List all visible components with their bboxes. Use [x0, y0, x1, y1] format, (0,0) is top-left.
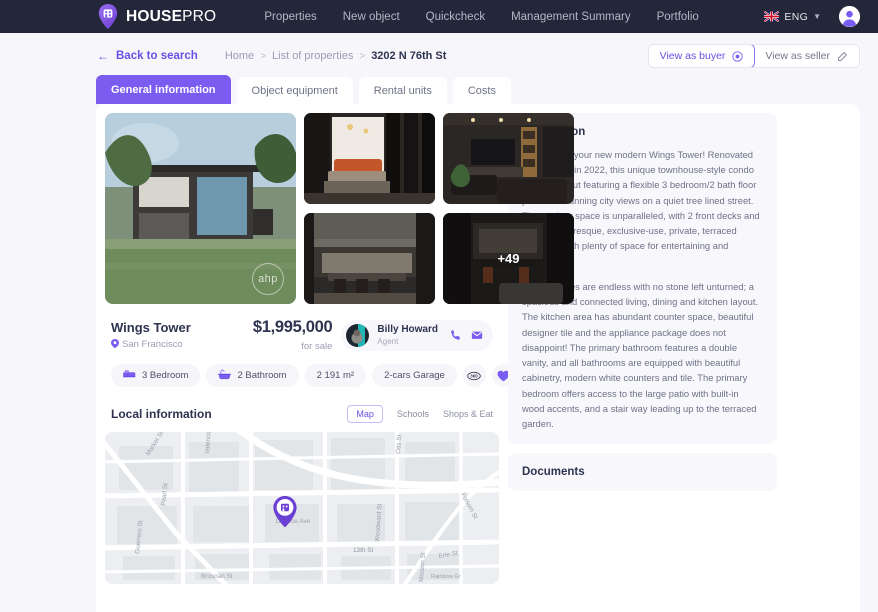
bathtub-icon [218, 369, 232, 383]
svg-text:Rainbow Gr: Rainbow Gr [431, 574, 461, 580]
property-location-label: San Francisco [122, 339, 183, 350]
breadcrumb-item-list-of-properties[interactable]: List of properties [272, 50, 353, 62]
brand-name-bold: HOUSE [126, 7, 183, 25]
360-view-icon[interactable]: 360 [462, 364, 486, 387]
property-header: Wings Tower San Francisco $1,995,000 for… [105, 318, 499, 352]
photo-gallery: ahp +49 [105, 113, 574, 304]
local-tab-schools[interactable]: Schools [397, 409, 429, 419]
top-navigation-bar: HOUSEPRO Properties New object Quickchec… [0, 0, 878, 33]
view-as-buyer-button[interactable]: View as buyer [648, 45, 756, 67]
documents-title: Documents [522, 466, 585, 479]
local-information-title: Local information [111, 407, 212, 421]
more-photos-count: +49 [497, 250, 520, 266]
chevron-down-icon: ▼ [813, 12, 821, 21]
chip-bedroom[interactable]: 3 Bedroom [111, 364, 201, 387]
thumbnail-photo-2[interactable] [443, 113, 574, 204]
local-tab-map[interactable]: Map [347, 405, 383, 423]
user-avatar-icon[interactable] [839, 6, 860, 27]
local-information-header: Local information Map Schools Shops & Ea… [105, 405, 499, 423]
nav-item-quickcheck[interactable]: Quickcheck [426, 11, 485, 23]
property-price: $1,995,000 [252, 318, 333, 336]
arrow-left-icon: ← [97, 49, 109, 63]
back-to-search-button[interactable]: ← Back to search [97, 49, 198, 63]
local-map[interactable]: Market St Valencia St Otis St Pearl St D… [105, 432, 499, 584]
view-as-seller-button[interactable]: View as seller [754, 45, 859, 67]
property-detail-card: ahp +49 Wings Tower San Francisco $1,995… [96, 104, 860, 612]
tab-object-equipment[interactable]: Object equipment [236, 77, 353, 104]
brand-logo[interactable]: HOUSEPRO [97, 3, 216, 30]
property-location: San Francisco [111, 338, 191, 351]
language-selector[interactable]: ENG ▼ [764, 11, 821, 23]
documents-panel: Documents [508, 453, 777, 492]
uk-flag-icon [764, 11, 780, 22]
nav-links: Properties New object Quickcheck Managem… [264, 11, 698, 23]
chip-bathroom-label: 2 Bathroom [237, 370, 287, 381]
breadcrumb-separator: > [359, 50, 366, 62]
property-title-block: Wings Tower San Francisco [111, 320, 191, 351]
local-tab-shops-eat[interactable]: Shops & Eat [443, 409, 493, 419]
svg-text:Otis St: Otis St [395, 434, 403, 454]
agent-card[interactable]: Billy Howard Agent [341, 319, 493, 351]
avatar [346, 323, 370, 347]
bed-icon [123, 369, 136, 382]
nav-item-new-object[interactable]: New object [343, 11, 400, 23]
brand-text: HOUSEPRO [126, 9, 216, 25]
envelope-icon[interactable] [471, 329, 483, 341]
breadcrumb-bar: ← Back to search Home > List of properti… [0, 41, 878, 71]
nav-item-portfolio[interactable]: Portfolio [657, 11, 699, 23]
breadcrumb-separator: > [260, 50, 267, 62]
property-price-block: $1,995,000 for sale [253, 318, 333, 352]
chip-bedroom-label: 3 Bedroom [142, 370, 189, 381]
tab-costs[interactable]: Costs [452, 77, 511, 104]
tab-rental-units[interactable]: Rental units [358, 77, 447, 104]
page-body: ahp +49 Wings Tower San Francisco $1,995… [0, 104, 878, 612]
breadcrumb-item-home[interactable]: Home [225, 50, 254, 62]
phone-icon[interactable] [450, 329, 462, 341]
agent-info: Billy Howard Agent [377, 324, 438, 346]
svg-text:Brosnan St: Brosnan St [201, 573, 233, 580]
view-as-buyer-label: View as buyer [659, 50, 726, 62]
nav-item-properties[interactable]: Properties [264, 11, 316, 23]
breadcrumb: Home > List of properties > 3202 N 76th … [225, 50, 447, 62]
chip-bathroom[interactable]: 2 Bathroom [206, 364, 299, 387]
svg-text:360: 360 [471, 373, 479, 378]
chip-area[interactable]: 2 191 m² [304, 364, 367, 387]
agent-actions [450, 329, 483, 341]
hero-photo[interactable]: ahp [105, 113, 296, 304]
back-to-search-label: Back to search [116, 50, 198, 62]
language-label: ENG [784, 10, 809, 23]
tab-general-information[interactable]: General information [96, 75, 231, 104]
thumbnail-photo-1[interactable] [304, 113, 435, 204]
thumbnail-photo-more[interactable]: +49 [443, 212, 574, 304]
section-tabs: General information Object equipment Ren… [0, 75, 878, 104]
house-pin-icon [97, 3, 119, 30]
edit-icon [837, 51, 848, 62]
chip-area-label: 2 191 m² [316, 370, 355, 381]
view-mode-toggle: View as buyer View as seller [647, 44, 860, 68]
left-column: ahp +49 Wings Tower San Francisco $1,995… [105, 113, 574, 612]
image-watermark: ahp [252, 263, 284, 295]
map-pin-icon [111, 338, 119, 351]
property-status: for sale [301, 341, 333, 352]
agent-role: Agent [377, 337, 399, 346]
chip-garage-label: 2-cars Garage [384, 370, 445, 381]
thumbnail-photo-3[interactable] [304, 212, 435, 304]
page-title: Wings Tower [111, 319, 191, 335]
svg-text:13th St: 13th St [353, 547, 373, 554]
property-feature-chips: 3 Bedroom 2 Bathroom 2 191 m² 2-cars Gar… [105, 364, 515, 387]
nav-item-management-summary[interactable]: Management Summary [511, 11, 631, 23]
view-as-seller-label: View as seller [765, 50, 830, 62]
eye-icon [732, 50, 744, 62]
agent-name: Billy Howard [377, 324, 438, 335]
nav-right-group: ENG ▼ [764, 6, 860, 27]
brand-name-light: PRO [182, 7, 217, 25]
local-information-tabs: Map Schools Shops & Eat [347, 405, 493, 423]
chip-garage[interactable]: 2-cars Garage [372, 364, 457, 387]
breadcrumb-item-current: 3202 N 76th St [371, 50, 447, 62]
